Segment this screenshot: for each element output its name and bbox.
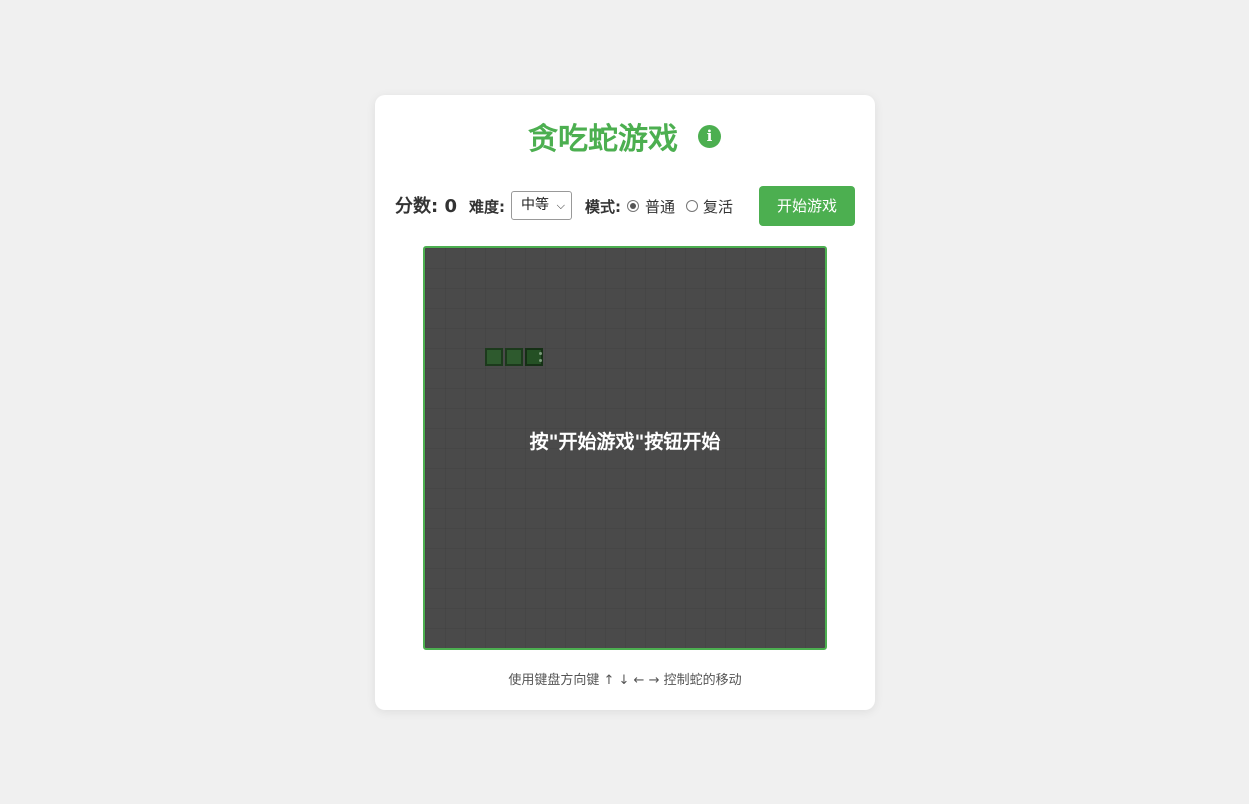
- difficulty-selected-value: 中等: [521, 197, 549, 213]
- score-display: 分数: 0: [395, 195, 457, 219]
- snake-head: [525, 348, 543, 366]
- difficulty-select[interactable]: 中等 ⌵: [511, 191, 572, 220]
- info-icon[interactable]: i: [698, 125, 721, 148]
- difficulty-label: 难度:: [469, 198, 505, 216]
- score-value: 0: [444, 196, 458, 217]
- mode-radio-normal-label[interactable]: 普通: [645, 196, 675, 218]
- control-instructions: 使用键盘方向键 ↑ ↓ ← → 控制蛇的移动: [508, 673, 742, 688]
- chevron-down-icon: ⌵: [556, 199, 565, 212]
- mode-radio-normal[interactable]: [627, 200, 639, 212]
- mode-radio-revive-label[interactable]: 复活: [703, 196, 733, 218]
- game-board[interactable]: 按"开始游戏"按钮开始: [423, 246, 827, 650]
- start-game-button[interactable]: 开始游戏: [759, 186, 855, 226]
- mode-radio-revive[interactable]: [686, 200, 698, 212]
- page-title: 贪吃蛇游戏: [528, 122, 678, 157]
- score-label: 分数:: [395, 196, 439, 217]
- snake-eye: [539, 352, 542, 355]
- snake-segment: [485, 348, 503, 366]
- mode-label: 模式:: [585, 198, 621, 216]
- snake-eye: [539, 359, 542, 362]
- start-prompt: 按"开始游戏"按钮开始: [529, 431, 721, 453]
- snake-segment: [505, 348, 523, 366]
